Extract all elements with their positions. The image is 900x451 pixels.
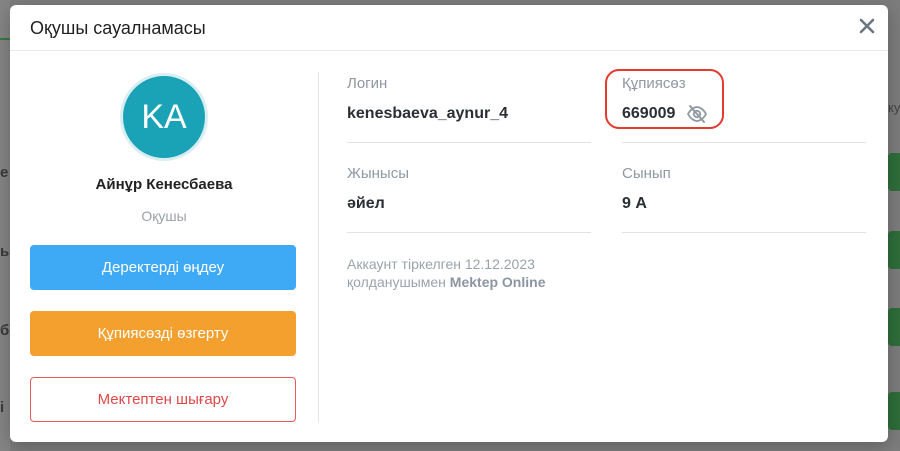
column-divider bbox=[318, 72, 319, 422]
class-label: Сынып bbox=[622, 165, 671, 182]
remove-from-school-button[interactable]: Мектептен шығару bbox=[30, 377, 296, 422]
registration-user: Mektep Online bbox=[449, 274, 546, 290]
login-label: Логин bbox=[347, 75, 388, 92]
modal-header: Оқушы сауалнамасы bbox=[10, 5, 888, 51]
login-field: Логин kenesbaeva_aynur_4 bbox=[347, 75, 591, 143]
profile-column: KA Айнұр Кенесбаева Оқушы Деректерді өңд… bbox=[10, 51, 318, 442]
registration-user-line: қолданушымен Mektep Online bbox=[347, 273, 607, 291]
eye-slash-icon bbox=[686, 105, 708, 123]
background-text-fragment: е bbox=[0, 164, 9, 181]
edit-data-button[interactable]: Деректерді өңдеу bbox=[30, 245, 296, 290]
password-field: Құпиясөз 669009 bbox=[622, 75, 866, 143]
modal-title: Оқушы сауалнамасы bbox=[30, 18, 206, 38]
background-status-chip bbox=[888, 392, 900, 430]
avatar: KA bbox=[120, 73, 208, 161]
background-text-fragment: б bbox=[0, 322, 10, 339]
background-status-chip bbox=[888, 231, 900, 269]
gender-field: Жынысы әйел bbox=[347, 165, 591, 233]
change-password-button[interactable]: Құпиясөзді өзгерту bbox=[30, 311, 296, 356]
password-label: Құпиясөз bbox=[622, 75, 686, 92]
registration-note: Аккаунт тіркелген 12.12.2023 қолданушыме… bbox=[347, 255, 607, 291]
background-text-fragment: ку bbox=[888, 100, 900, 115]
close-icon bbox=[859, 18, 875, 34]
password-value: 669009 bbox=[622, 105, 676, 122]
close-button[interactable] bbox=[856, 15, 878, 37]
student-name: Айнұр Кенесбаева bbox=[95, 176, 233, 193]
background-text-fragment: і bbox=[0, 399, 5, 416]
registration-prefix: қолданушымен bbox=[347, 274, 450, 290]
background-text-fragment: ь bbox=[0, 243, 10, 260]
class-field: Сынып 9 А bbox=[622, 165, 866, 233]
background-status-chip bbox=[888, 308, 900, 346]
gender-value: әйел bbox=[347, 195, 385, 212]
background-status-chip bbox=[888, 153, 900, 191]
registration-date-text: Аккаунт тіркелген 12.12.2023 bbox=[347, 256, 535, 272]
background-left-strip bbox=[0, 0, 10, 451]
hide-password-toggle[interactable] bbox=[686, 104, 708, 124]
gender-label: Жынысы bbox=[347, 165, 409, 182]
student-profile-modal: Оқушы сауалнамасы KA Айнұр Кенесбаева Оқ… bbox=[10, 5, 888, 442]
login-value: kenesbaeva_aynur_4 bbox=[347, 105, 508, 122]
student-role: Оқушы bbox=[141, 208, 187, 224]
background-tab-underline bbox=[0, 0, 10, 40]
class-value: 9 А bbox=[622, 195, 647, 212]
